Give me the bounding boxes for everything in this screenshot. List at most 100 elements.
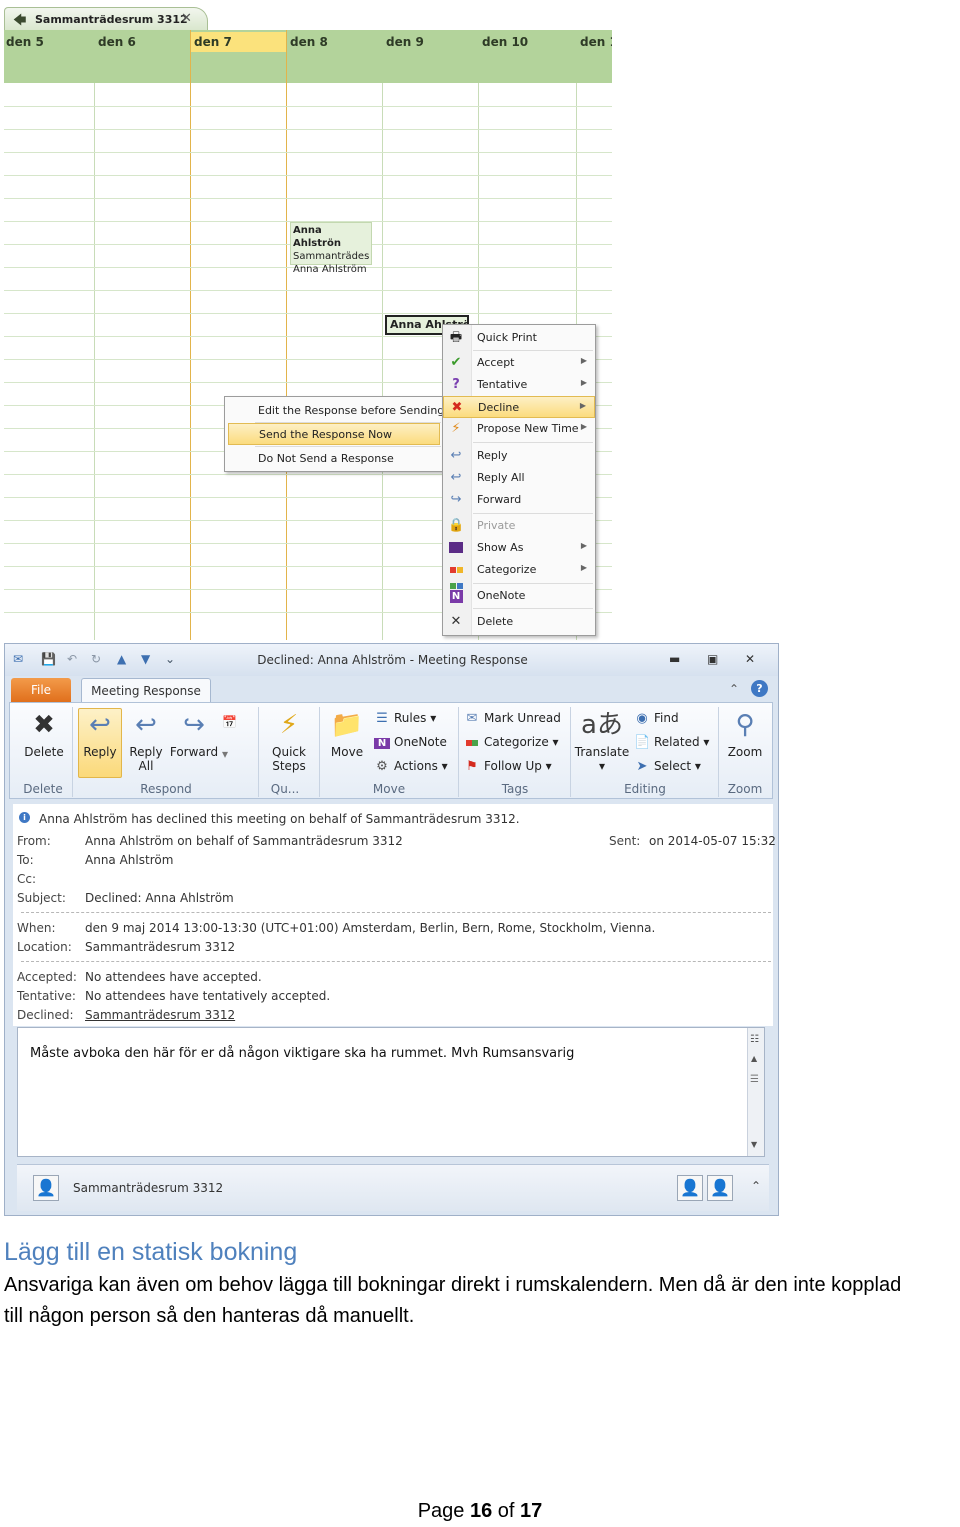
grid-line: [4, 290, 612, 291]
title-bar: ✉ 💾 ↶ ↻ ▲ ▼ ⌄ Declined: Anna Ahlström - …: [5, 644, 778, 676]
actions-button[interactable]: ⚙ Actions ▾: [374, 759, 448, 774]
scroll-options-icon[interactable]: ☷: [750, 1034, 759, 1045]
menu-item-reply[interactable]: ↩ Reply: [443, 445, 595, 467]
reply-label: Reply: [83, 745, 117, 759]
menu-item-decline[interactable]: ✖ Decline ▶: [443, 396, 595, 418]
calendar-tab[interactable]: 🡄 Sammanträdesrum 3312 ✕: [4, 7, 208, 31]
footer-page-number: 16: [469, 1500, 493, 1522]
magnifier-icon: ⚲: [735, 710, 755, 740]
mark-unread-label: Mark Unread: [484, 711, 561, 725]
mark-unread-icon: ✉: [466, 711, 478, 726]
day-header-8[interactable]: den 8: [290, 35, 328, 49]
menu-item-categorize[interactable]: Categorize ▶: [443, 559, 595, 589]
minimize-icon[interactable]: ▬: [669, 652, 680, 666]
delete-label: Delete: [24, 745, 64, 759]
menu-item-private: 🔒 Private: [443, 515, 595, 537]
tab-meeting-response[interactable]: Meeting Response: [81, 678, 211, 702]
find-button[interactable]: ◉ Find: [634, 711, 678, 726]
tentative-label: Tentative:: [17, 989, 76, 1003]
tab-file[interactable]: File: [11, 678, 71, 702]
appointment-block[interactable]: Anna Ahlströn Sammanträdes Anna Ahlström: [290, 222, 372, 275]
menu-item-label: Categorize: [477, 563, 537, 576]
menu-item-delete[interactable]: ✕ Delete: [443, 611, 595, 633]
scroll-up-icon[interactable]: ▲: [751, 1054, 757, 1063]
follow-up-button[interactable]: ⚑ Follow Up ▾: [464, 759, 552, 774]
rules-button[interactable]: ☰ Rules ▾: [374, 711, 436, 726]
menu-item-send-response-now[interactable]: Send the Response Now: [228, 423, 440, 445]
reply-all-button[interactable]: ↩ Reply All: [124, 707, 168, 773]
decline-submenu: Edit the Response before Sending Send th…: [224, 396, 444, 472]
grid-line: [94, 83, 95, 640]
menu-item-label: Delete: [477, 615, 514, 628]
menu-item-tentative[interactable]: ? Tentative ▶: [443, 374, 595, 396]
appointment-room: Sammanträdes: [293, 251, 370, 262]
quick-steps-button[interactable]: ⚡ Quick Steps: [262, 707, 316, 773]
day-header-5[interactable]: den 5: [6, 35, 44, 49]
translate-button[interactable]: aあ Translate ▾: [572, 707, 632, 773]
expand-people-pane-icon[interactable]: ⌃: [751, 1179, 761, 1193]
help-icon[interactable]: ?: [751, 680, 768, 697]
propose-time-icon: ⚡: [451, 421, 461, 436]
menu-item-edit-response[interactable]: Edit the Response before Sending: [225, 400, 444, 422]
declined-value[interactable]: Sammanträdesrum 3312: [85, 1008, 235, 1022]
contact-avatar[interactable]: 👤: [677, 1175, 703, 1201]
more-respond-dropdown-icon[interactable]: ▾: [222, 747, 228, 761]
scroll-down-icon[interactable]: ▼: [751, 1140, 757, 1149]
select-button[interactable]: ➤ Select ▾: [634, 759, 701, 774]
grid-line: [4, 198, 612, 199]
menu-item-quick-print[interactable]: 🖶 Quick Print: [443, 327, 595, 349]
menu-item-accept[interactable]: ✔ Accept ▶: [443, 352, 595, 374]
submenu-arrow-icon: ▶: [580, 541, 587, 550]
day-header-11[interactable]: den 11: [580, 35, 612, 49]
body-paragraph-line-1: Ansvariga kan även om behov lägga till b…: [4, 1274, 902, 1296]
related-label: Related: [654, 735, 700, 749]
appointment-owner: Anna Ahlström: [293, 264, 367, 275]
collapse-ribbon-icon[interactable]: ⌃: [729, 682, 739, 696]
menu-item-propose-new-time[interactable]: ⚡ Propose New Time ▶: [443, 418, 595, 440]
menu-item-show-as[interactable]: Show As ▶: [443, 537, 595, 559]
onenote-button[interactable]: N OneNote: [374, 735, 447, 749]
menu-item-label: Decline: [478, 401, 520, 414]
move-button[interactable]: 📁 Move: [322, 707, 372, 759]
translate-label: Translate: [574, 745, 630, 759]
contact-avatar[interactable]: 👤: [707, 1175, 733, 1201]
to-value[interactable]: Anna Ahlström: [85, 853, 173, 867]
people-pane: 👤 Sammanträdesrum 3312 👤 👤 ⌃: [17, 1164, 769, 1211]
grid-line: [4, 129, 612, 130]
zoom-button[interactable]: ⚲ Zoom: [720, 707, 770, 759]
day-header-10[interactable]: den 10: [482, 35, 528, 49]
sent-value: on 2014-05-07 15:32: [649, 834, 776, 848]
day-header-7[interactable]: den 7: [194, 35, 232, 49]
scroll-thumb-icon[interactable]: ☰: [750, 1074, 759, 1085]
group-separator: [458, 707, 459, 797]
footer-mid: of: [492, 1500, 521, 1522]
menu-separator: [255, 446, 441, 447]
day-header-6[interactable]: den 6: [98, 35, 136, 49]
from-value[interactable]: Anna Ahlström on behalf of Sammanträdesr…: [85, 834, 403, 848]
menu-item-do-not-send[interactable]: Do Not Send a Response: [225, 448, 443, 470]
mark-unread-button[interactable]: ✉ Mark Unread: [464, 711, 561, 726]
menu-separator: [473, 442, 593, 443]
info-icon: i: [19, 812, 30, 823]
close-icon[interactable]: ✕: [745, 652, 755, 666]
group-separator: [258, 707, 259, 797]
vertical-scrollbar[interactable]: ☷ ▲ ☰ ▼: [747, 1028, 764, 1156]
delete-button[interactable]: ✖ Delete: [16, 707, 72, 759]
menu-item-onenote[interactable]: N OneNote: [443, 585, 595, 607]
related-icon: 📄: [634, 735, 651, 750]
forward-button[interactable]: ↪ Forward: [168, 707, 220, 759]
more-respond-icon[interactable]: 📅: [222, 715, 237, 729]
contact-avatar[interactable]: 👤: [33, 1175, 59, 1201]
menu-item-forward[interactable]: ↪ Forward: [443, 489, 595, 511]
categorize-button[interactable]: Categorize ▾: [464, 735, 559, 750]
close-icon[interactable]: ✕: [181, 11, 192, 26]
grid-line: [382, 83, 383, 640]
group-label-tags: Tags: [501, 782, 529, 796]
menu-item-reply-all[interactable]: ↩ Reply All: [443, 467, 595, 489]
folder-move-icon: 📁: [330, 710, 364, 740]
maximize-icon[interactable]: ▣: [707, 652, 718, 666]
day-header-9[interactable]: den 9: [386, 35, 424, 49]
reply-button[interactable]: ↩ Reply: [78, 707, 122, 759]
related-button[interactable]: 📄 Related ▾: [634, 735, 709, 750]
message-body[interactable]: Måste avboka den här för er då någon vik…: [17, 1027, 765, 1157]
